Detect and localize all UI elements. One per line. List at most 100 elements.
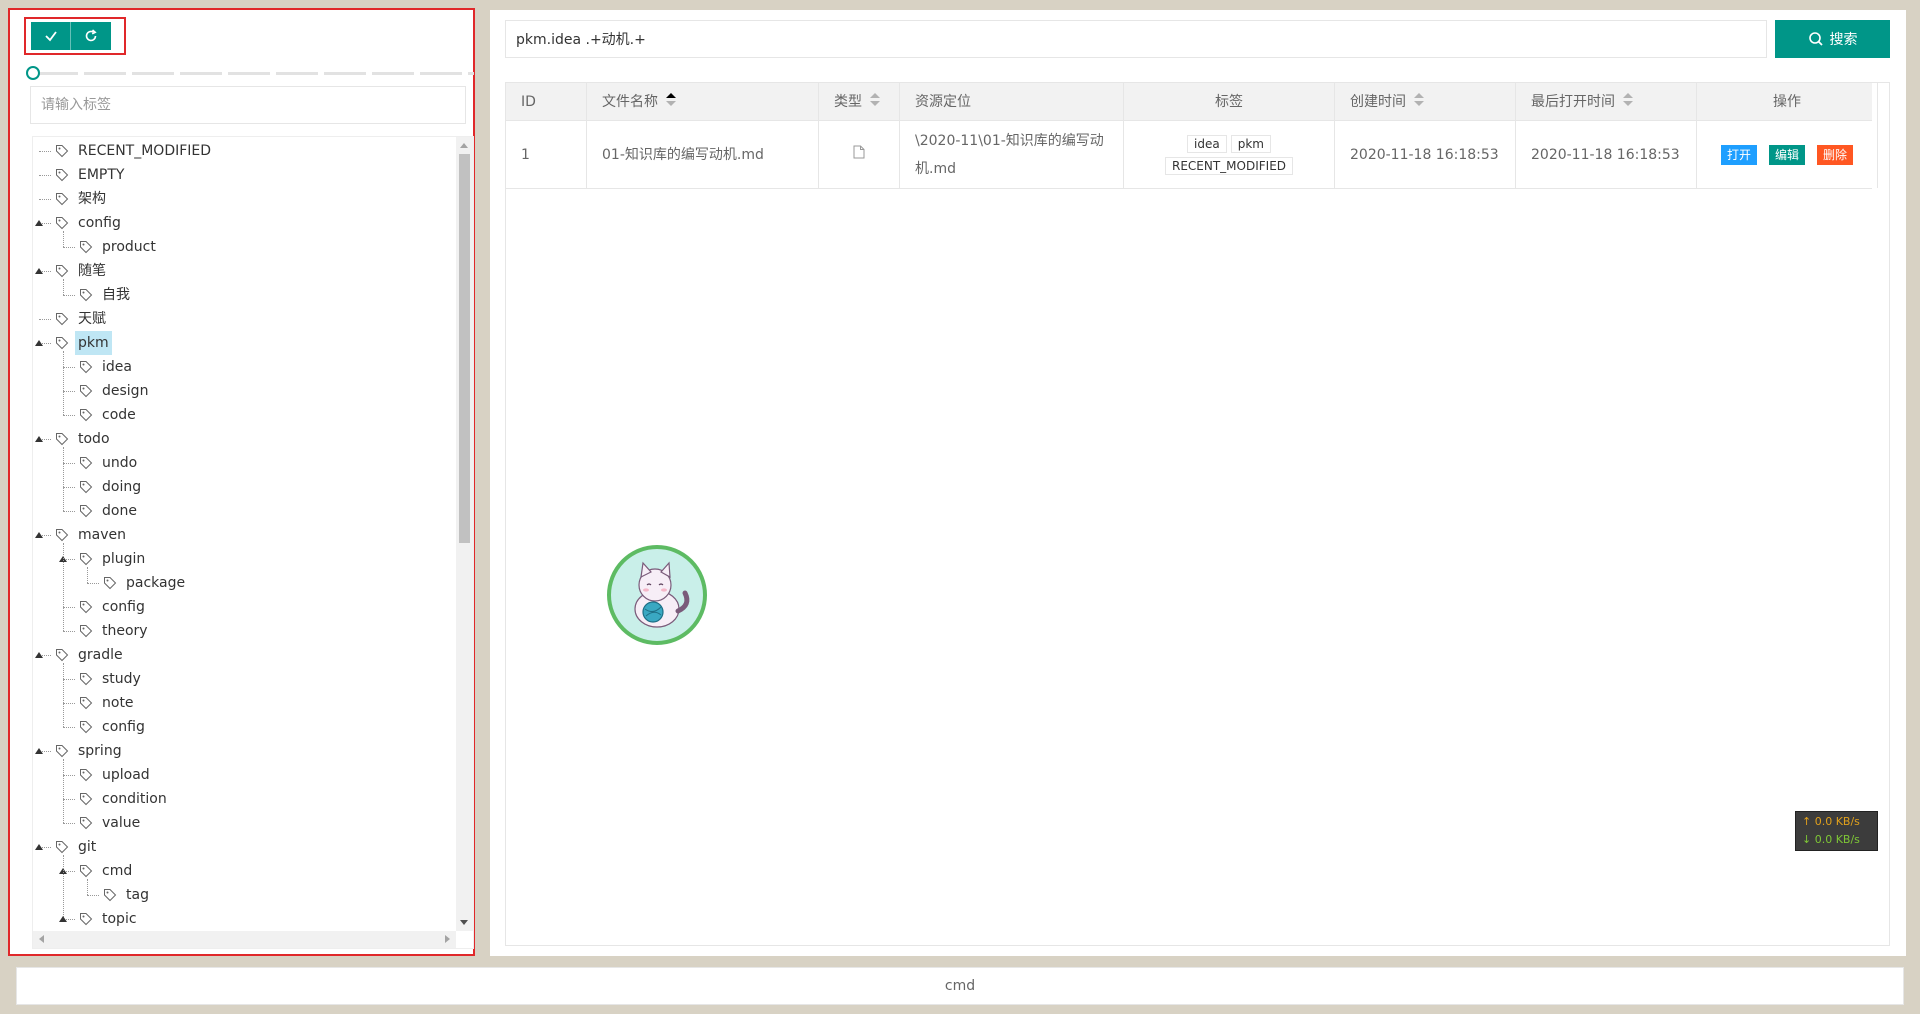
sort-icon[interactable] (666, 93, 676, 107)
tree-node[interactable]: 自我 (77, 283, 133, 307)
tag-icon (77, 283, 95, 307)
sort-icon[interactable] (1414, 93, 1424, 107)
refresh-button[interactable] (71, 22, 111, 50)
open-button[interactable]: 打开 (1720, 144, 1757, 165)
tree-horizontal-scrollbar[interactable] (33, 931, 456, 948)
location-line: \2020-11\01-知识库的编写动 (915, 132, 1104, 149)
tree-connector (63, 855, 64, 919)
table-header: ID 文件名称 类型 资源定位 标签 创建时间 最后打开时间 操作 (506, 83, 1878, 121)
scroll-right-icon[interactable] (445, 935, 450, 943)
expand-toggle-icon[interactable] (35, 268, 43, 274)
tree-connector (63, 231, 64, 247)
col-header-opened[interactable]: 最后打开时间 (1516, 83, 1697, 121)
tree-node[interactable]: study (77, 667, 144, 691)
tag-icon (77, 403, 95, 427)
tree-connector (63, 247, 75, 248)
expand-toggle-icon[interactable] (35, 532, 43, 538)
expand-toggle-icon[interactable] (59, 916, 67, 922)
tree-node[interactable]: config (77, 595, 148, 619)
tag-icon (77, 595, 95, 619)
tree-connector (39, 175, 51, 176)
table-row[interactable]: 1 01-知识库的编写动机.md \2020-11\01-知识库的编写动 机.m… (506, 121, 1878, 189)
expand-toggle-icon[interactable] (35, 844, 43, 850)
tree-node[interactable]: idea (77, 355, 135, 379)
tree-node-label: code (102, 407, 136, 423)
tag-icon (77, 763, 95, 787)
tree-node[interactable]: theory (77, 619, 151, 643)
tree-node-label: todo (78, 431, 110, 447)
tree-node[interactable]: tag (101, 883, 152, 907)
tree-node[interactable]: done (77, 499, 140, 523)
tree-node[interactable]: design (77, 379, 151, 403)
cell-actions: 打开 编辑 删除 (1697, 121, 1878, 188)
refresh-icon (85, 29, 97, 42)
tree-node[interactable]: pkm (53, 331, 112, 355)
tree-node-label: 天赋 (78, 311, 106, 327)
cat-avatar[interactable] (607, 545, 707, 645)
col-header-created[interactable]: 创建时间 (1335, 83, 1516, 121)
confirm-button[interactable] (31, 22, 71, 50)
tag-chip[interactable]: idea (1187, 134, 1227, 153)
tree-node[interactable]: RECENT_MODIFIED (53, 139, 214, 163)
sort-icon[interactable] (870, 93, 880, 107)
tree-vertical-scrollbar[interactable] (456, 137, 473, 931)
tag-chip[interactable]: pkm (1230, 134, 1271, 153)
tree-node[interactable]: todo (53, 427, 113, 451)
tree-node[interactable]: note (77, 691, 137, 715)
tag-icon (77, 811, 95, 835)
tag-icon (77, 715, 95, 739)
tree-connector (63, 511, 75, 512)
delete-button[interactable]: 删除 (1817, 144, 1854, 165)
cmd-bar[interactable]: cmd (16, 967, 1904, 1005)
col-header-name[interactable]: 文件名称 (587, 83, 819, 121)
tree-node[interactable]: product (77, 235, 159, 259)
scroll-up-icon[interactable] (460, 143, 468, 148)
scroll-thumb[interactable] (459, 154, 470, 543)
tree-connector (63, 415, 75, 416)
tree-connector (39, 319, 51, 320)
tree-node[interactable]: undo (77, 451, 140, 475)
tree-node[interactable]: upload (77, 763, 153, 787)
tree-node-label: 自我 (102, 287, 130, 303)
tree-node-label: 架构 (78, 191, 106, 207)
tag-icon (53, 427, 71, 451)
search-input[interactable] (505, 20, 1767, 58)
tag-icon (101, 883, 119, 907)
sort-icon[interactable] (1623, 93, 1633, 107)
tree-node-label: study (102, 671, 141, 687)
tree-node[interactable]: cmd (77, 859, 135, 883)
expand-toggle-icon[interactable] (35, 220, 43, 226)
tree-node[interactable]: maven (53, 523, 129, 547)
slider-handle[interactable] (26, 66, 40, 80)
edit-button[interactable]: 编辑 (1768, 144, 1805, 165)
tag-icon (53, 163, 71, 187)
tree-connector (63, 823, 75, 824)
col-header-type[interactable]: 类型 (819, 83, 900, 121)
search-button[interactable]: 搜索 (1775, 20, 1890, 58)
tree-connector (87, 567, 88, 583)
expand-toggle-icon[interactable] (35, 748, 43, 754)
tree-node[interactable]: 随笔 (53, 259, 109, 283)
tree-node[interactable]: condition (77, 787, 170, 811)
expand-toggle-icon[interactable] (35, 436, 43, 442)
tag-chip[interactable]: RECENT_MODIFIED (1164, 156, 1294, 175)
tree-node[interactable]: doing (77, 475, 144, 499)
tree-connector (63, 631, 75, 632)
tree-node[interactable]: 架构 (53, 187, 109, 211)
tree-node[interactable]: topic (77, 907, 140, 931)
tree-node[interactable]: git (53, 835, 99, 859)
tree-connector (63, 463, 75, 464)
tree-node[interactable]: package (101, 571, 188, 595)
tree-node[interactable]: code (77, 403, 139, 427)
tree-node[interactable]: value (77, 811, 143, 835)
expand-toggle-icon[interactable] (35, 340, 43, 346)
tree-node[interactable]: config (77, 715, 148, 739)
tag-filter-input[interactable] (30, 86, 466, 124)
expand-toggle-icon[interactable] (35, 652, 43, 658)
depth-slider[interactable] (26, 66, 474, 80)
search-icon (1808, 32, 1823, 46)
scroll-down-icon[interactable] (460, 920, 468, 925)
scroll-left-icon[interactable] (39, 935, 44, 943)
tree-node[interactable]: EMPTY (53, 163, 127, 187)
tree-node[interactable]: 天赋 (53, 307, 109, 331)
